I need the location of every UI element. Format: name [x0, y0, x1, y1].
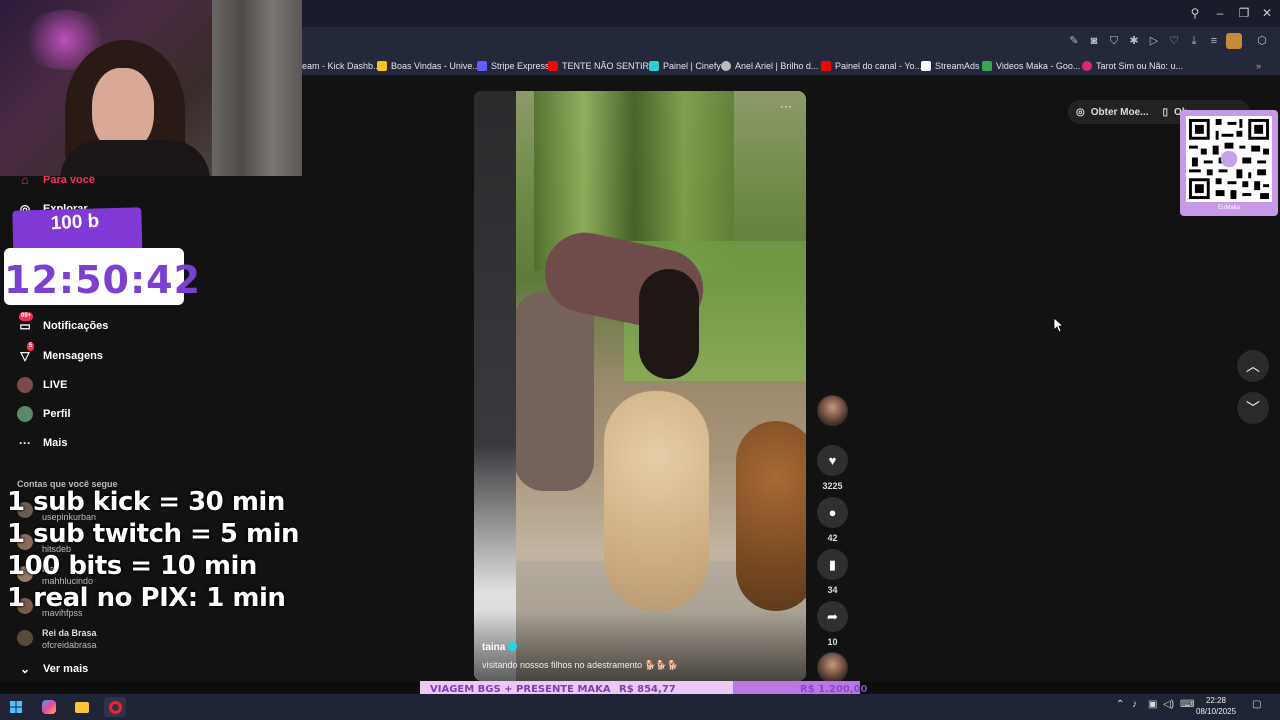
download-icon[interactable]: ⤓: [1186, 33, 1202, 49]
avatar: [17, 630, 33, 646]
dog: [604, 391, 709, 611]
comment-icon: ●: [817, 497, 848, 528]
wallet-icon[interactable]: ⬡: [1254, 33, 1270, 49]
comment-button[interactable]: ● 42: [817, 497, 848, 543]
taskbar-clock[interactable]: 22:28 08/10/2025: [1196, 695, 1236, 717]
bookmark-icon: ▮: [817, 549, 848, 580]
verified-icon: [508, 642, 518, 651]
profile-avatar-icon[interactable]: [1226, 33, 1242, 49]
moon-icon: [1082, 60, 1092, 71]
qr-label: EuMaka: [1217, 205, 1240, 211]
like-button[interactable]: ♥ 3225: [817, 445, 848, 491]
chevron-down-icon: ﹀: [1246, 400, 1260, 416]
previous-video-button[interactable]: ︿: [1237, 350, 1269, 382]
opera-browser-icon[interactable]: [104, 697, 126, 717]
play-icon[interactable]: ▷: [1146, 33, 1162, 49]
more-options-icon[interactable]: ···: [780, 99, 792, 113]
dog: [736, 421, 806, 611]
camera-icon[interactable]: ◙: [1086, 33, 1102, 49]
qr-code-graphic: [1186, 116, 1272, 202]
network-icon[interactable]: ▣: [1148, 699, 1157, 710]
share-icon: ➦: [817, 601, 848, 632]
bookmark-stripe[interactable]: Stripe Express: [477, 58, 550, 73]
shield-icon[interactable]: ⛉: [1106, 33, 1122, 49]
bits-label: 100 b: [50, 210, 100, 235]
creator-avatar[interactable]: [817, 395, 848, 426]
nav-notifications[interactable]: ▭ 99+ Notificações: [17, 312, 108, 336]
bookmark-streamads[interactable]: StreamAds: [921, 58, 980, 73]
see-more-link[interactable]: ⌄ Ver mais: [17, 659, 88, 679]
minimize-icon[interactable]: –: [1210, 4, 1230, 22]
copilot-icon[interactable]: [38, 697, 60, 717]
notification-center-icon[interactable]: ▢: [1252, 699, 1261, 710]
file-explorer-icon[interactable]: [71, 697, 93, 717]
microphone-icon[interactable]: ♪: [1132, 699, 1137, 710]
video-caption: visitando nossos filhos no adestramento …: [482, 660, 679, 670]
phone-icon: ▯: [1162, 106, 1169, 118]
share-button[interactable]: ➦ 10: [817, 601, 848, 647]
streamads-icon: [921, 60, 931, 71]
more-dots-icon: ···: [19, 436, 31, 450]
star-icon: [377, 60, 387, 71]
windows-taskbar: ⌃ ♪ ▣ ◁) ⌨ ▢: [0, 694, 1280, 720]
menu-icon[interactable]: ≡: [1206, 33, 1222, 49]
bookmark-boas-vindas[interactable]: Boas Vindas - Unive...: [377, 58, 480, 73]
save-button[interactable]: ▮ 34: [817, 549, 848, 595]
send-icon: ▽ 5: [20, 342, 35, 363]
rule-line: 1 sub kick = 30 min: [7, 487, 285, 517]
globe-icon: [721, 60, 731, 71]
search-icon[interactable]: ⚲: [1185, 4, 1205, 22]
bookmark-cinefy[interactable]: Painel | Cinefy: [649, 58, 721, 73]
extension-icon[interactable]: ✱: [1126, 33, 1142, 49]
chevron-up-icon: ︿: [1246, 358, 1260, 374]
profile-avatar-icon: [17, 406, 33, 422]
nav-profile[interactable]: Perfil: [17, 404, 71, 424]
nav-live[interactable]: LIVE: [17, 375, 67, 395]
next-video-button[interactable]: ﹀: [1237, 392, 1269, 424]
timer-value: 12:50:42: [4, 258, 202, 302]
live-avatar-icon: [17, 377, 33, 393]
qr-code: [1186, 116, 1272, 202]
video-author[interactable]: taina: [482, 642, 518, 653]
cinefy-icon: [649, 60, 659, 71]
keyboard-icon[interactable]: ⌨: [1180, 699, 1194, 710]
music-disc[interactable]: [817, 652, 848, 683]
nav-messages[interactable]: ▽ 5 Mensagens: [17, 342, 103, 366]
bookmark-kick[interactable]: eam - Kick Dashb...: [302, 58, 381, 73]
heart-icon[interactable]: ♡: [1166, 33, 1182, 49]
messages-badge: 5: [27, 342, 35, 351]
tray-expand-icon[interactable]: ⌃: [1116, 699, 1124, 710]
video-player[interactable]: ···: [474, 91, 806, 681]
windows-start-icon[interactable]: [5, 697, 27, 717]
subathon-rules: 1 sub kick = 30 min 1 sub twitch = 5 min…: [7, 486, 300, 614]
chevron-down-icon: ⌄: [19, 662, 31, 676]
stripe-icon: [477, 60, 487, 71]
bookmark-tarot[interactable]: Tarot Sim ou Não: u...: [1082, 58, 1183, 73]
inbox-icon: ▭ 99+: [19, 312, 34, 333]
heart-icon: ♥: [817, 445, 848, 476]
rule-line: 1 real no PIX: 1 min: [7, 583, 286, 613]
restore-icon[interactable]: ❐: [1234, 4, 1254, 22]
bookmarks-overflow-icon[interactable]: »: [1256, 58, 1261, 73]
close-icon[interactable]: ✕: [1257, 4, 1277, 22]
edit-icon[interactable]: ✎: [1066, 33, 1082, 49]
nav-more[interactable]: ··· Mais: [17, 433, 67, 453]
coin-icon: ◎: [1076, 106, 1085, 118]
bookmark-painel-canal[interactable]: Painel do canal - Yo...: [821, 58, 922, 73]
drive-icon: [982, 60, 992, 71]
bookmark-videos-maka[interactable]: Videos Maka - Goo...: [982, 58, 1080, 73]
rule-line: 100 bits = 10 min: [7, 551, 257, 581]
mouse-cursor: [1053, 317, 1065, 337]
rule-line: 1 sub twitch = 5 min: [7, 519, 300, 549]
youtube-icon: [548, 60, 558, 71]
bookmark-tente[interactable]: TENTE NÃO SENTIR...: [548, 58, 657, 73]
webcam-overlay: [0, 0, 302, 176]
volume-icon[interactable]: ◁): [1163, 699, 1174, 710]
notifications-badge: 99+: [19, 312, 34, 321]
youtube-icon: [821, 60, 831, 71]
bookmark-anel-ariel[interactable]: Anel Ariel | Brilho d...: [721, 58, 818, 73]
